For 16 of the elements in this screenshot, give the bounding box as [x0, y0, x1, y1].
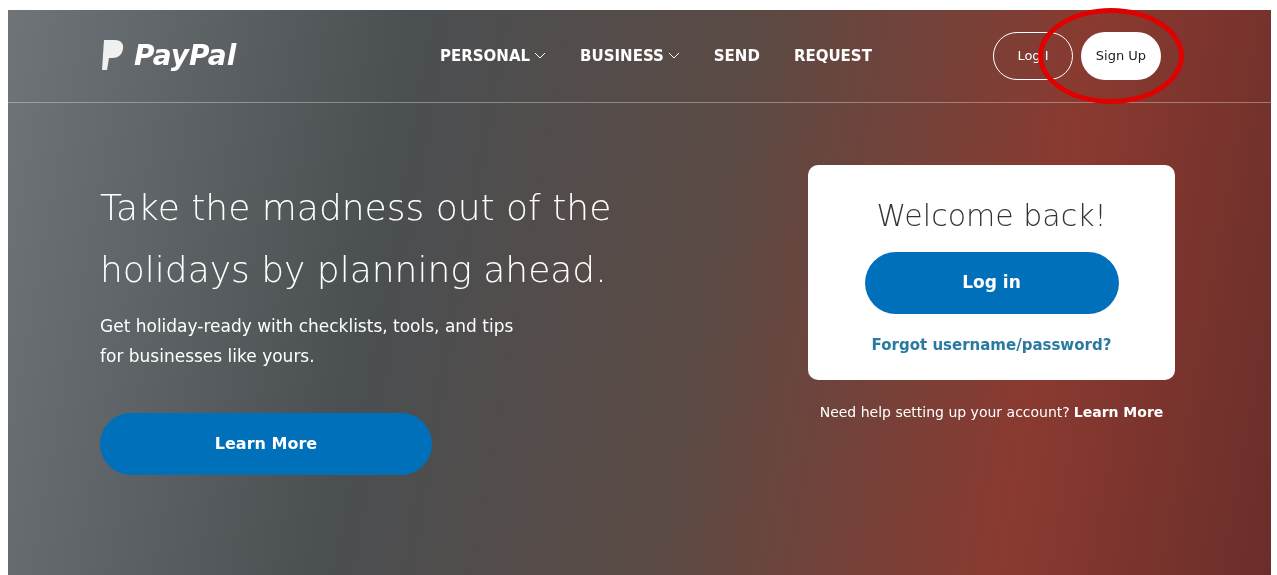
- chevron-down-icon: [667, 52, 680, 60]
- learn-more-button[interactable]: Learn More: [100, 413, 432, 475]
- card-login-button[interactable]: Log in: [864, 252, 1119, 314]
- card-title: Welcome back!: [876, 197, 1107, 235]
- nav-link[interactable]: BUSINESS: [580, 44, 680, 68]
- hero-heading: Take the madness out of the holidays by planning ahead.: [100, 186, 613, 292]
- chevron-down-icon: [534, 52, 547, 60]
- nav-link[interactable]: PERSONAL: [440, 44, 547, 68]
- signup-button[interactable]: Sign Up: [1081, 32, 1161, 80]
- help-text: Need help setting up your account?: [819, 403, 1070, 422]
- nav-link[interactable]: REQUEST: [793, 44, 872, 68]
- logo-text: PayPal: [134, 38, 237, 74]
- forgot-password-link[interactable]: Forgot username/password?: [871, 334, 1112, 357]
- nav-link[interactable]: SEND: [713, 44, 760, 68]
- hero-subtext: Get holiday-ready with checklists, tools, and tips for businesses like yours.: [100, 315, 515, 368]
- help-learn-more-link[interactable]: Learn More: [1073, 402, 1164, 423]
